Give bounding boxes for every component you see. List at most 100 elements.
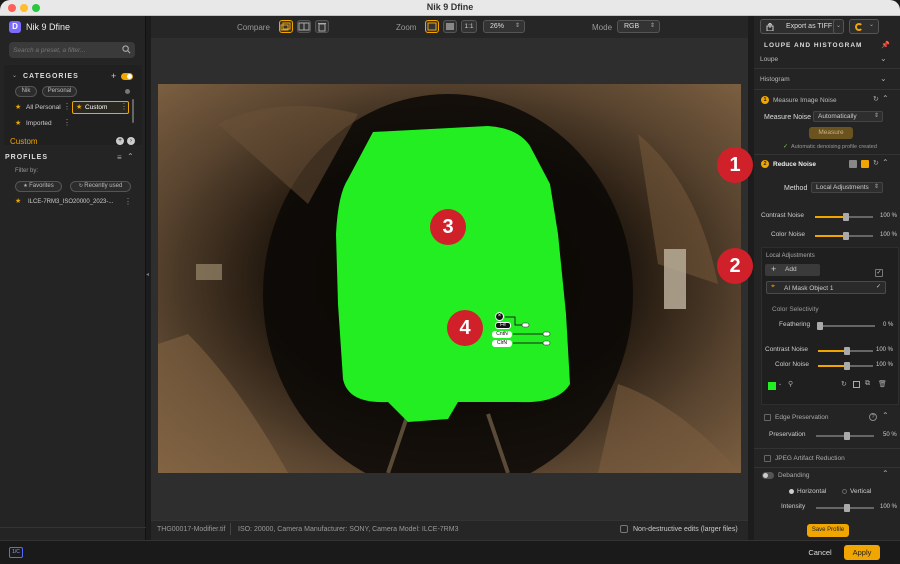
bottom-bar: 1/C Cancel Apply: [0, 540, 900, 564]
mask-color-swatch[interactable]: [768, 382, 776, 390]
compare-single-button[interactable]: [279, 20, 293, 33]
add-preset-icon[interactable]: +: [116, 137, 124, 145]
profiles-header: PROFILES: [5, 154, 49, 161]
compare-split-button[interactable]: [297, 20, 311, 33]
la-contrast-noise-slider[interactable]: [818, 347, 873, 355]
la-color-noise-slider[interactable]: [818, 362, 873, 370]
more-icon[interactable]: ⋮: [124, 197, 132, 206]
search-icon[interactable]: [122, 45, 131, 54]
zoom-1to1-button[interactable]: 1:1: [461, 20, 477, 33]
add-category-icon[interactable]: +: [111, 71, 116, 81]
chevron-down-icon[interactable]: ⌄: [880, 74, 887, 83]
select-all-checkbox[interactable]: ✓: [875, 269, 883, 277]
chevron-up-icon[interactable]: ⌃: [882, 94, 889, 103]
measure-button[interactable]: Measure: [809, 127, 853, 139]
method-select[interactable]: Local Adjustments ⇕: [811, 182, 883, 193]
color-noise-slider[interactable]: [815, 232, 873, 240]
preset-all-personal[interactable]: ★ All Personal ⋮: [12, 101, 71, 114]
arrow-right-icon[interactable]: ›: [127, 137, 135, 145]
invert-mask-icon[interactable]: [853, 381, 860, 388]
shortcuts-icon[interactable]: 1/C: [9, 547, 23, 558]
mask-overlay-icon[interactable]: ⚲: [788, 380, 793, 388]
category-tab-nik[interactable]: Nik: [15, 86, 37, 97]
brush-menu-button[interactable]: ⌄: [849, 19, 879, 34]
zoom-label: Zoom: [396, 23, 417, 32]
list-menu-icon[interactable]: ≡: [117, 153, 122, 162]
step-1-badge: 1: [761, 96, 769, 104]
preset-imported[interactable]: ★ Imported ⋮: [12, 117, 71, 130]
reset-icon[interactable]: ↻: [841, 380, 847, 388]
color-selectivity-label: Color Selectivity: [772, 306, 819, 313]
preset-custom[interactable]: ★ Custom ⋮: [72, 101, 129, 114]
panel-scroll-track[interactable]: [748, 16, 754, 540]
add-mask-button[interactable]: + Add: [765, 264, 820, 276]
export-icon: [766, 23, 774, 31]
pin-icon[interactable]: 📌: [881, 41, 890, 49]
app-name: Nik 9 Dfine: [26, 22, 71, 32]
jpeg-artifact-title: JPEG Artifact Reduction: [775, 455, 845, 462]
local-mode-icon[interactable]: [861, 160, 869, 168]
apply-button[interactable]: Apply: [844, 545, 880, 560]
cancel-button[interactable]: Cancel: [801, 546, 839, 560]
chevron-up-icon[interactable]: ⌃: [882, 469, 889, 478]
edge-preservation-checkbox[interactable]: [764, 414, 771, 421]
feathering-slider[interactable]: [817, 322, 875, 330]
reset-icon[interactable]: ↻: [873, 159, 879, 167]
chevron-up-icon[interactable]: ⌃: [127, 152, 134, 161]
loupe-label[interactable]: Loupe: [760, 56, 778, 63]
edge-preservation-title: Edge Preservation: [775, 414, 829, 421]
export-button[interactable]: Export as TIFF: [760, 19, 840, 34]
mask-visible-checkbox[interactable]: ✓: [876, 283, 881, 290]
chevron-down-icon[interactable]: ⌄: [880, 54, 887, 63]
categories-header: CATEGORIES: [23, 73, 79, 80]
method-label: Method: [784, 185, 808, 192]
jpeg-artifact-checkbox[interactable]: [764, 455, 771, 462]
divider: [754, 448, 900, 449]
search-input[interactable]: [13, 44, 113, 56]
zoom-fill-button[interactable]: [443, 20, 457, 33]
horizontal-radio[interactable]: [789, 489, 794, 494]
preservation-slider[interactable]: [816, 432, 874, 440]
divider: [754, 68, 900, 69]
zoom-fit-button[interactable]: [425, 20, 439, 33]
category-tab-personal[interactable]: Personal: [42, 86, 77, 97]
chevron-up-icon[interactable]: ⌃: [882, 411, 889, 420]
profile-item[interactable]: ★ ILCE-7RM3_ISO20000_2023-... ⋮: [4, 196, 138, 209]
duplicate-icon[interactable]: ⧉: [865, 380, 870, 388]
categories-toggle[interactable]: [121, 73, 133, 80]
filter-recently-used[interactable]: ↻ Recently used: [70, 181, 131, 192]
more-icon[interactable]: ⋮: [63, 102, 71, 111]
chevron-down-icon[interactable]: ⌄: [778, 381, 782, 387]
local-adjustments-label: Local Adjustments: [766, 253, 815, 259]
nondestructive-checkbox[interactable]: [620, 525, 628, 533]
help-icon[interactable]: ?: [869, 413, 877, 421]
filter-favorites[interactable]: ★ Favorites: [15, 181, 62, 192]
export-dropdown-chevron-icon[interactable]: ⌄: [833, 19, 844, 34]
contrast-noise-slider[interactable]: [815, 213, 873, 221]
histogram-label[interactable]: Histogram: [760, 76, 790, 83]
chevron-up-icon[interactable]: ⌃: [882, 158, 889, 167]
nondestructive-label: Non-destructive edits (larger files): [633, 526, 738, 533]
preview-image[interactable]: 3 4 × Fe CntN ClrN: [158, 84, 741, 473]
color-noise-label: Color Noise: [771, 231, 805, 238]
debanding-toggle[interactable]: [762, 472, 774, 479]
mask-mode-icon[interactable]: [849, 160, 857, 168]
save-profile-button[interactable]: Save Profile: [807, 524, 849, 537]
intensity-slider[interactable]: [816, 504, 874, 512]
reset-icon[interactable]: ↻: [873, 95, 879, 103]
chevron-down-icon[interactable]: ⌄: [12, 72, 17, 79]
zoom-value-select[interactable]: 26% ⇕: [483, 20, 525, 33]
trash-icon[interactable]: 🗑: [878, 380, 887, 388]
mode-select[interactable]: RGB ⇕: [617, 20, 660, 33]
more-icon[interactable]: ⋮: [63, 118, 71, 127]
measure-noise-select[interactable]: Automatically ⇕: [813, 111, 883, 122]
star-icon: ★: [76, 104, 83, 111]
status-divider: [230, 523, 231, 535]
categories-scrollbar[interactable]: [132, 99, 134, 123]
more-icon[interactable]: ⋮: [120, 102, 128, 111]
search-box[interactable]: [9, 42, 135, 58]
vertical-radio[interactable]: [842, 489, 847, 494]
contrast-noise-label: Contrast Noise: [761, 212, 804, 219]
mask-list-item[interactable]: ⌖ AI Mask Object 1 ✓: [766, 281, 886, 294]
compare-side-button[interactable]: [315, 20, 329, 33]
